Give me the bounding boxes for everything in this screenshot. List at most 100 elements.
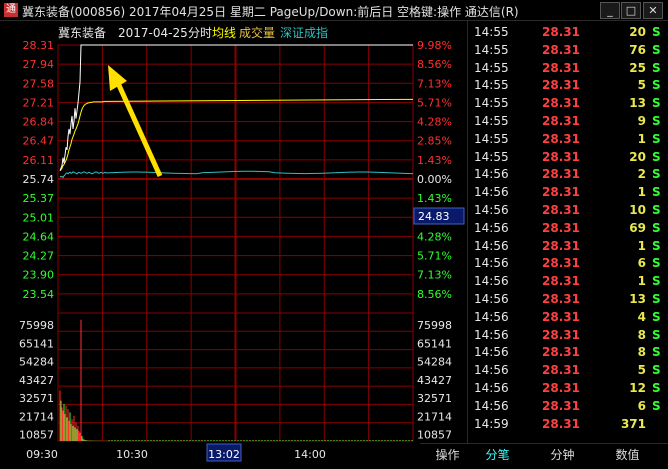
tick-row: 14:55 28.31 13 S: [468, 94, 668, 112]
volume-tick-label: 54284: [417, 356, 452, 369]
tick-side: S: [652, 381, 661, 395]
tab-operate[interactable]: 操作: [420, 446, 475, 463]
tick-time: 14:56: [474, 220, 509, 235]
tick-side: S: [652, 309, 661, 324]
tick-price: 28.31: [542, 309, 580, 324]
app-icon: 通: [4, 3, 18, 17]
tick-row: 14:56 28.31 8 S: [468, 326, 668, 344]
tick-side: S: [652, 78, 661, 93]
tick-time: 14:56: [474, 292, 509, 306]
volume-tick-label: 21714: [417, 410, 452, 423]
tick-time: 14:56: [474, 185, 509, 200]
tick-price: 28.31: [542, 203, 580, 217]
chart-date: 2017-04-25: [118, 26, 188, 40]
tick-volume: 20: [629, 149, 646, 164]
tick-volume: 6: [637, 256, 646, 271]
maximize-button[interactable]: □: [621, 2, 641, 19]
percent-tick-label: 4.28%: [417, 230, 452, 243]
tick-side: S: [652, 131, 661, 146]
annotation-arrow-icon: [108, 65, 163, 178]
tick-price: 28.31: [542, 185, 580, 200]
price-tick-label: 27.94: [23, 58, 55, 71]
tick-price: 28.31: [542, 114, 580, 128]
tick-side: S: [652, 42, 661, 57]
tick-price: 28.31: [542, 345, 580, 360]
tick-time: 14:56: [474, 398, 509, 413]
tick-side: S: [652, 256, 661, 271]
tick-volume: 76: [629, 42, 646, 57]
tick-row: 14:56 28.31 13 S: [468, 290, 668, 308]
minimize-button[interactable]: _: [600, 2, 620, 19]
tick-time: 14:56: [474, 256, 509, 271]
tick-price: 28.31: [542, 327, 580, 342]
tick-price: 28.31: [542, 381, 580, 395]
tick-time: 14:56: [474, 167, 509, 182]
tick-side: S: [652, 274, 661, 289]
tick-volume: 8: [637, 345, 646, 360]
tick-volume: 20: [629, 25, 646, 39]
legend-index: 深证成指: [280, 25, 328, 40]
chart-svg[interactable]: 冀东装备 2017-04-25 分时 均线 成交量 深证成指 28.31 27.9…: [0, 21, 467, 465]
volume-tick-label: 75998: [19, 319, 54, 332]
tick-time: 14:56: [474, 381, 509, 395]
tick-side: S: [652, 96, 661, 111]
tick-price: 28.31: [542, 220, 580, 235]
tick-volume: 6: [637, 398, 646, 413]
price-tick-label: 26.84: [23, 116, 55, 129]
percent-tick-label: 1.43%: [417, 192, 452, 205]
volume-tick-label: 65141: [417, 337, 452, 350]
tick-price: 28.31: [542, 292, 580, 306]
volume-tick-label: 43427: [417, 374, 452, 387]
cursor-price: 24.83: [418, 210, 450, 223]
percent-axis-right: 9.98% 8.56% 7.13% 5.71% 4.28% 2.85% 1.43% 0.00%…: [417, 39, 452, 301]
bottom-tabs: 操作 分笔 分钟 数值: [420, 443, 668, 466]
tick-time: 14:56: [474, 327, 509, 342]
tick-side: S: [652, 363, 661, 378]
tick-volume: 1: [637, 238, 646, 253]
percent-tick-label: 2.85%: [417, 135, 452, 148]
tick-volume: 13: [629, 96, 646, 111]
tab-values[interactable]: 数值: [600, 446, 655, 463]
tick-time: 14:56: [474, 345, 509, 360]
tick-side: S: [652, 327, 661, 342]
tick-row: 14:55 28.31 20 S: [468, 23, 668, 41]
tick-time: 14:55: [474, 114, 509, 128]
chart-mode: 分时: [188, 26, 212, 40]
tick-side: S: [652, 220, 661, 235]
tick-time: 14:55: [474, 96, 509, 111]
tab-ticks[interactable]: 分笔: [470, 446, 525, 463]
volume-tick-label: 32571: [417, 392, 452, 405]
tick-time: 14:56: [474, 274, 509, 289]
tick-price: 28.31: [542, 398, 580, 413]
close-button[interactable]: ✕: [643, 2, 663, 19]
tick-row: 14:56 28.31 1 S: [468, 272, 668, 290]
time-tick-label: 14:00: [294, 448, 326, 461]
tick-side: S: [652, 203, 661, 217]
tick-list[interactable]: 14:55 28.31 20 S 14:55 28.31 76 S 14:55 28.31 25 S 1…: [467, 21, 668, 443]
tab-minutes[interactable]: 分钟: [535, 446, 590, 463]
legend-avg: 均线: [212, 26, 236, 40]
tick-row: 14:56 28.31 10 S: [468, 201, 668, 219]
tick-price: 28.31: [542, 238, 580, 253]
tick-time: 14:59: [474, 416, 509, 431]
tick-row: 14:56 28.31 8 S: [468, 343, 668, 361]
tick-row: 14:55 28.31 20 S: [468, 148, 668, 166]
tick-volume: 1: [637, 131, 646, 146]
volume-tick-label: 32571: [19, 392, 54, 405]
tick-row: 14:56 28.31 6 S: [468, 397, 668, 415]
tick-row: 14:55 28.31 5 S: [468, 76, 668, 94]
tick-time: 14:56: [474, 309, 509, 324]
tick-volume: 5: [637, 363, 646, 378]
tick-volume: 25: [629, 60, 646, 75]
intraday-chart[interactable]: 冀东装备 2017-04-25 分时 均线 成交量 深证成指 28.31 27.9…: [0, 21, 467, 465]
tick-side: S: [652, 238, 661, 253]
tick-time: 14:55: [474, 131, 509, 146]
volume-tick-label: 21714: [19, 410, 54, 423]
tick-price: 28.31: [542, 78, 580, 93]
price-tick-label: 25.01: [23, 211, 55, 224]
tick-row: 14:56 28.31 6 S: [468, 254, 668, 272]
tick-price: 28.31: [542, 149, 580, 164]
index-line-extension: [106, 170, 414, 175]
tick-price: 28.31: [542, 96, 580, 111]
tick-side: S: [652, 114, 661, 128]
